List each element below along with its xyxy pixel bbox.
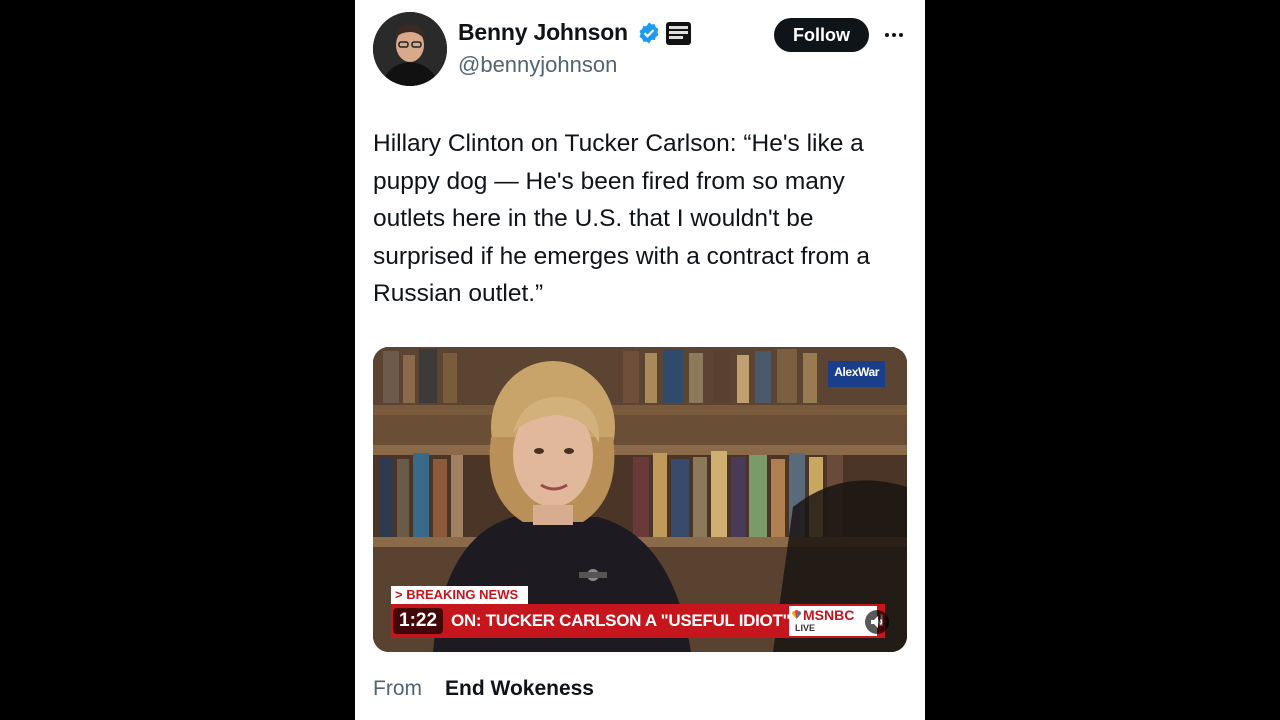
network-logo: MSNBC LIVE — [789, 606, 877, 636]
live-label: LIVE — [795, 623, 816, 633]
network-name: MSNBC — [803, 607, 855, 623]
verified-badge-icon — [639, 22, 659, 44]
chyron: ON: TUCKER CARLSON A "USEFUL IDIOT" FOR … — [391, 604, 885, 638]
speaker-icon[interactable] — [865, 610, 889, 634]
watermark: AlexWar — [828, 361, 885, 387]
source-account-link[interactable]: End Wokeness — [445, 677, 594, 701]
video-player[interactable]: AlexWar > BREAKING NEWS ON: TUCKER CARLS… — [373, 347, 907, 652]
affiliation-badge-icon[interactable] — [666, 22, 691, 45]
follow-button[interactable]: Follow — [774, 18, 869, 52]
from-label: From — [373, 677, 422, 700]
avatar[interactable] — [373, 12, 447, 86]
more-options-icon[interactable] — [879, 20, 909, 50]
tweet-text: Hillary Clinton on Tucker Carlson: “He's… — [373, 130, 871, 307]
peacock-icon — [791, 610, 802, 620]
breaking-news-label: > BREAKING NEWS — [391, 586, 529, 604]
tweet-card: Benny Johnson @bennyjohnson Follow Hilla… — [355, 0, 925, 720]
video-timestamp: 1:22 — [393, 608, 444, 634]
author-handle[interactable]: @bennyjohnson — [458, 52, 617, 78]
author-name[interactable]: Benny Johnson — [458, 19, 628, 46]
